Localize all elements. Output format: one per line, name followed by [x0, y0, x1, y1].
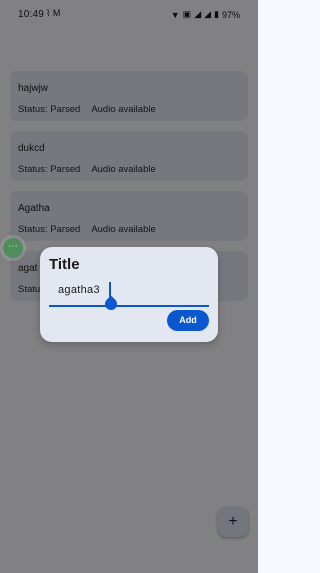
- add-button[interactable]: Add: [167, 310, 209, 331]
- cursor-handle-icon[interactable]: [102, 295, 120, 313]
- dialog-title: Title: [49, 256, 80, 273]
- assistant-bubble-icon[interactable]: ⋯: [3, 238, 23, 258]
- title-input[interactable]: agatha3: [49, 282, 209, 313]
- title-dialog: Title agatha3 Add: [40, 247, 218, 342]
- title-input-value: agatha3: [58, 284, 100, 296]
- input-underline: [49, 305, 209, 307]
